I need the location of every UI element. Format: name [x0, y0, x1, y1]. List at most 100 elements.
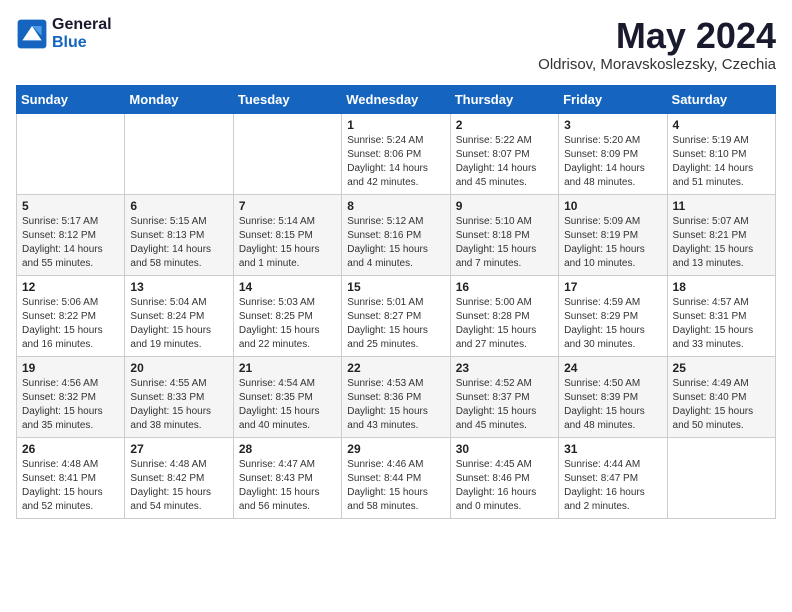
logo: General Blue	[16, 16, 112, 51]
calendar-cell: 2Sunrise: 5:22 AM Sunset: 8:07 PM Daylig…	[450, 113, 558, 194]
calendar-cell: 20 Sunrise: 4:55 AM Sunset: 8:33 PM Dayli…	[125, 356, 233, 437]
day-info: Sunrise: 4:56 AM Sunset: 8:32 PM Dayligh…	[22, 377, 119, 433]
weekday-row: SundayMondayTuesdayWednesdayThursdayFrid…	[17, 85, 776, 113]
day-number: 6	[130, 199, 227, 213]
day-number: 14	[239, 280, 336, 294]
page-header: General Blue May 2024 Oldrisov, Moravsko…	[16, 16, 776, 73]
calendar-cell: 9 Sunrise: 5:10 AM Sunset: 8:18 PM Daylig…	[450, 194, 558, 275]
day-number: 11	[673, 199, 770, 213]
day-info: Sunrise: 5:03 AM Sunset: 8:25 PM Dayligh…	[239, 296, 336, 352]
day-number: 3	[564, 118, 661, 132]
day-number: 4	[673, 118, 770, 132]
day-number: 19	[22, 361, 119, 375]
day-number: 27	[130, 442, 227, 456]
calendar-cell: 6Sunrise: 5:15 AM Sunset: 8:13 PM Daylig…	[125, 194, 233, 275]
calendar-week-row: 19 Sunrise: 4:56 AM Sunset: 8:32 PM Dayli…	[17, 356, 776, 437]
weekday-header: Thursday	[450, 85, 558, 113]
logo-general: General	[52, 16, 112, 34]
day-info: Sunrise: 4:48 AM Sunset: 8:42 PM Dayligh…	[130, 458, 227, 514]
weekday-header: Saturday	[667, 85, 775, 113]
calendar-cell: 8Sunrise: 5:12 AM Sunset: 8:16 PM Daylig…	[342, 194, 450, 275]
calendar-cell: 7 Sunrise: 5:14 AM Sunset: 8:15 PM Daylig…	[233, 194, 341, 275]
calendar-cell: 30Sunrise: 4:45 AM Sunset: 8:46 PM Dayli…	[450, 437, 558, 518]
day-number: 9	[456, 199, 553, 213]
calendar-cell: 1 Sunrise: 5:24 AM Sunset: 8:06 PM Daylig…	[342, 113, 450, 194]
calendar-cell: 31Sunrise: 4:44 AM Sunset: 8:47 PM Dayli…	[559, 437, 667, 518]
day-info: Sunrise: 4:48 AM Sunset: 8:41 PM Dayligh…	[22, 458, 119, 514]
month-year: May 2024	[538, 16, 776, 56]
calendar-cell: 16 Sunrise: 5:00 AM Sunset: 8:28 PM Dayli…	[450, 275, 558, 356]
weekday-header: Monday	[125, 85, 233, 113]
calendar-table: SundayMondayTuesdayWednesdayThursdayFrid…	[16, 85, 776, 519]
day-info: Sunrise: 5:06 AM Sunset: 8:22 PM Dayligh…	[22, 296, 119, 352]
weekday-header: Friday	[559, 85, 667, 113]
day-info: Sunrise: 5:24 AM Sunset: 8:06 PM Dayligh…	[347, 134, 444, 190]
day-number: 2	[456, 118, 553, 132]
day-number: 1	[347, 118, 444, 132]
day-info: Sunrise: 5:07 AM Sunset: 8:21 PM Dayligh…	[673, 215, 770, 271]
calendar-cell	[667, 437, 775, 518]
logo-text: General Blue	[52, 16, 112, 51]
day-number: 21	[239, 361, 336, 375]
location: Oldrisov, Moravskoslezsky, Czechia	[538, 56, 776, 73]
calendar-cell: 25 Sunrise: 4:49 AM Sunset: 8:40 PM Dayli…	[667, 356, 775, 437]
day-number: 8	[347, 199, 444, 213]
day-info: Sunrise: 5:10 AM Sunset: 8:18 PM Dayligh…	[456, 215, 553, 271]
calendar-cell: 12 Sunrise: 5:06 AM Sunset: 8:22 PM Dayli…	[17, 275, 125, 356]
day-number: 16	[456, 280, 553, 294]
day-info: Sunrise: 5:04 AM Sunset: 8:24 PM Dayligh…	[130, 296, 227, 352]
day-number: 25	[673, 361, 770, 375]
day-number: 29	[347, 442, 444, 456]
calendar-cell: 21 Sunrise: 4:54 AM Sunset: 8:35 PM Dayli…	[233, 356, 341, 437]
day-number: 12	[22, 280, 119, 294]
day-number: 28	[239, 442, 336, 456]
calendar-cell: 22 Sunrise: 4:53 AM Sunset: 8:36 PM Dayli…	[342, 356, 450, 437]
day-number: 26	[22, 442, 119, 456]
calendar-cell: 24 Sunrise: 4:50 AM Sunset: 8:39 PM Dayli…	[559, 356, 667, 437]
calendar-cell	[17, 113, 125, 194]
day-info: Sunrise: 4:53 AM Sunset: 8:36 PM Dayligh…	[347, 377, 444, 433]
calendar-header: SundayMondayTuesdayWednesdayThursdayFrid…	[17, 85, 776, 113]
calendar-cell: 13Sunrise: 5:04 AM Sunset: 8:24 PM Dayli…	[125, 275, 233, 356]
calendar-cell: 28 Sunrise: 4:47 AM Sunset: 8:43 PM Dayli…	[233, 437, 341, 518]
day-number: 20	[130, 361, 227, 375]
day-number: 24	[564, 361, 661, 375]
calendar-cell: 23Sunrise: 4:52 AM Sunset: 8:37 PM Dayli…	[450, 356, 558, 437]
calendar-body: 1 Sunrise: 5:24 AM Sunset: 8:06 PM Daylig…	[17, 113, 776, 518]
day-info: Sunrise: 5:01 AM Sunset: 8:27 PM Dayligh…	[347, 296, 444, 352]
calendar-cell: 29Sunrise: 4:46 AM Sunset: 8:44 PM Dayli…	[342, 437, 450, 518]
day-info: Sunrise: 4:47 AM Sunset: 8:43 PM Dayligh…	[239, 458, 336, 514]
calendar-cell: 18 Sunrise: 4:57 AM Sunset: 8:31 PM Dayli…	[667, 275, 775, 356]
day-info: Sunrise: 5:19 AM Sunset: 8:10 PM Dayligh…	[673, 134, 770, 190]
title-block: May 2024 Oldrisov, Moravskoslezsky, Czec…	[538, 16, 776, 73]
day-number: 7	[239, 199, 336, 213]
calendar-cell: 11 Sunrise: 5:07 AM Sunset: 8:21 PM Dayli…	[667, 194, 775, 275]
calendar-cell: 3 Sunrise: 5:20 AM Sunset: 8:09 PM Daylig…	[559, 113, 667, 194]
day-number: 18	[673, 280, 770, 294]
calendar-week-row: 5Sunrise: 5:17 AM Sunset: 8:12 PM Daylig…	[17, 194, 776, 275]
day-info: Sunrise: 4:45 AM Sunset: 8:46 PM Dayligh…	[456, 458, 553, 514]
day-number: 5	[22, 199, 119, 213]
calendar-cell: 27 Sunrise: 4:48 AM Sunset: 8:42 PM Dayli…	[125, 437, 233, 518]
day-info: Sunrise: 5:20 AM Sunset: 8:09 PM Dayligh…	[564, 134, 661, 190]
calendar-cell: 19 Sunrise: 4:56 AM Sunset: 8:32 PM Dayli…	[17, 356, 125, 437]
day-info: Sunrise: 4:50 AM Sunset: 8:39 PM Dayligh…	[564, 377, 661, 433]
calendar-cell	[125, 113, 233, 194]
day-info: Sunrise: 4:49 AM Sunset: 8:40 PM Dayligh…	[673, 377, 770, 433]
calendar-cell: 10Sunrise: 5:09 AM Sunset: 8:19 PM Dayli…	[559, 194, 667, 275]
logo-icon	[16, 18, 48, 50]
day-info: Sunrise: 4:44 AM Sunset: 8:47 PM Dayligh…	[564, 458, 661, 514]
day-info: Sunrise: 5:14 AM Sunset: 8:15 PM Dayligh…	[239, 215, 336, 271]
weekday-header: Sunday	[17, 85, 125, 113]
day-info: Sunrise: 4:55 AM Sunset: 8:33 PM Dayligh…	[130, 377, 227, 433]
day-info: Sunrise: 4:54 AM Sunset: 8:35 PM Dayligh…	[239, 377, 336, 433]
day-info: Sunrise: 4:59 AM Sunset: 8:29 PM Dayligh…	[564, 296, 661, 352]
day-info: Sunrise: 4:52 AM Sunset: 8:37 PM Dayligh…	[456, 377, 553, 433]
day-number: 17	[564, 280, 661, 294]
day-number: 10	[564, 199, 661, 213]
day-info: Sunrise: 5:00 AM Sunset: 8:28 PM Dayligh…	[456, 296, 553, 352]
calendar-cell: 15Sunrise: 5:01 AM Sunset: 8:27 PM Dayli…	[342, 275, 450, 356]
calendar-week-row: 12 Sunrise: 5:06 AM Sunset: 8:22 PM Dayli…	[17, 275, 776, 356]
day-number: 22	[347, 361, 444, 375]
day-info: Sunrise: 4:57 AM Sunset: 8:31 PM Dayligh…	[673, 296, 770, 352]
